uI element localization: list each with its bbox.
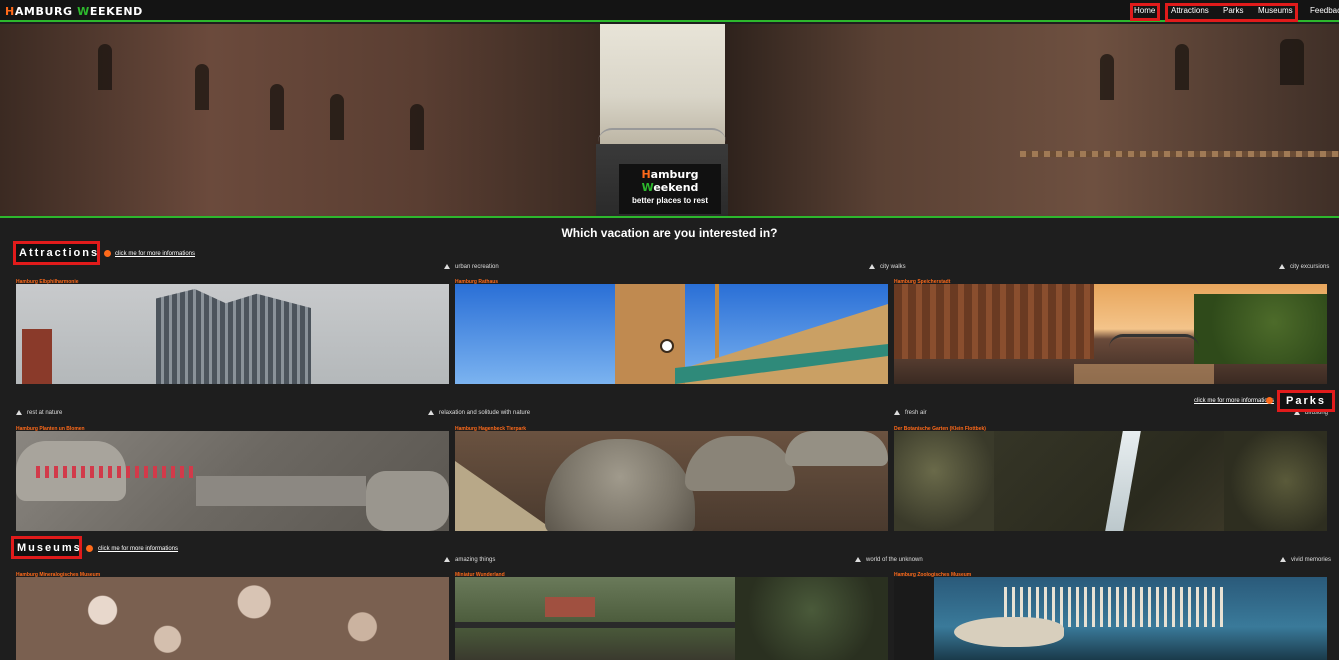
foliage-left — [894, 431, 994, 531]
hero-sky — [600, 24, 725, 144]
museum-icon — [1280, 557, 1286, 562]
speicherstadt-buildings — [894, 284, 1094, 359]
brand-letter-h: H — [5, 5, 15, 18]
hero-title-box: Hamburg Weekend better places to rest — [619, 164, 721, 214]
image-zoologisches[interactable] — [894, 577, 1327, 660]
image-hagenbeck[interactable] — [455, 431, 888, 531]
red-building — [22, 329, 52, 384]
parks-more-link[interactable]: click me for more informations — [1194, 398, 1274, 404]
tree-icon — [16, 410, 22, 415]
hero-window — [1100, 54, 1114, 100]
image-elbphilharmonie[interactable] — [16, 284, 449, 384]
hero-warehouse-left — [0, 24, 600, 217]
tortoise-shell — [545, 439, 695, 531]
hero-window — [1175, 44, 1189, 90]
museums-tag-1: amazing things — [444, 557, 495, 563]
parks-tag-1: rest at nature — [16, 410, 62, 416]
parks-tag-1-text: rest at nature — [27, 410, 63, 417]
museums-tag-1-text: amazing things — [455, 557, 496, 564]
speicherstadt-bridge — [1109, 334, 1199, 348]
elbphilharmonie-building — [156, 289, 311, 384]
image-botanischer-garten[interactable] — [894, 431, 1327, 531]
hero-window — [98, 44, 112, 90]
speicherstadt-water — [1074, 364, 1214, 384]
attractions-more-link[interactable]: click me for more informations — [115, 251, 195, 257]
hero-window — [410, 104, 424, 150]
page-question: Which vacation are you interested in? — [561, 226, 778, 240]
tree-icon — [428, 410, 434, 415]
image-planten-un-blomen[interactable] — [16, 431, 449, 531]
museum-icon — [855, 557, 861, 562]
museums-tag-3-text: vivid memories — [1291, 557, 1332, 564]
parks-tag-3: fresh air — [894, 410, 927, 416]
attractions-tag-3-text: city excursions — [1290, 264, 1330, 271]
tortoise-shell-3 — [785, 431, 888, 466]
museums-more-link[interactable]: click me for more informations — [98, 546, 178, 552]
tortoise-shell-2 — [685, 436, 795, 491]
hero-subtitle: better places to rest — [631, 196, 709, 205]
clock-icon — [660, 339, 674, 353]
mountain-icon — [869, 264, 875, 269]
miniature-house — [545, 597, 595, 617]
hero-decor-band — [1020, 151, 1339, 157]
hero-banner: Hamburg Weekend better places to rest — [0, 24, 1339, 217]
parks-tag-2: relaxation and solitude with nature — [428, 410, 530, 416]
brand-text-2: EEKEND — [89, 5, 143, 18]
highlight-parks — [1277, 390, 1335, 412]
hero-window — [330, 94, 344, 140]
hero-warehouse-right — [725, 24, 1339, 217]
brand-text-1: AMBURG — [14, 5, 78, 18]
enclosure-wall — [455, 461, 555, 531]
speicherstadt-trees — [1194, 294, 1327, 364]
museums-tag-2-text: world of the unknown — [866, 557, 923, 564]
hero-window — [270, 84, 284, 130]
mountain-icon — [1279, 264, 1285, 269]
attractions-tag-3: city excursions — [1279, 264, 1329, 270]
museums-tag-2: world of the unknown — [855, 557, 923, 563]
image-rathaus[interactable] — [455, 284, 888, 384]
museum-wall — [894, 577, 934, 660]
highlight-attractions — [13, 241, 100, 265]
highlight-museums — [11, 536, 82, 559]
hero-divider — [0, 216, 1339, 218]
image-speicherstadt[interactable] — [894, 284, 1327, 384]
waterfall — [1105, 431, 1141, 531]
museums-tag-3: vivid memories — [1280, 557, 1331, 563]
hero-title: Hamburg Weekend — [619, 168, 721, 194]
tree-icon — [894, 410, 900, 415]
mountain-icon — [444, 264, 450, 269]
hero-title-w: W — [641, 181, 654, 194]
attractions-tag-2-text: city walks — [880, 264, 906, 271]
rock-2 — [196, 476, 366, 506]
museum-icon — [444, 557, 450, 562]
highlight-home — [1130, 3, 1160, 21]
brand-logo[interactable]: HAMBURG WEEKEND — [5, 5, 143, 18]
parks-tag-3-text: fresh air — [905, 410, 927, 417]
image-mineralogisches[interactable] — [16, 577, 449, 660]
hero-window — [195, 64, 209, 110]
brand-letter-w: W — [77, 5, 90, 18]
foliage-right — [1224, 431, 1327, 531]
miniature-landscape — [735, 577, 888, 660]
hero-title-text-1: amburg — [650, 168, 699, 181]
attractions-tag-2: city walks — [869, 264, 906, 270]
hero-bridge — [598, 128, 726, 142]
attractions-tag-1-text: urban recreation — [455, 264, 499, 271]
nav-feedback[interactable]: Feedback — [1310, 6, 1339, 15]
hero-title-h: H — [641, 168, 651, 181]
whale-skull — [954, 617, 1064, 647]
rock-3 — [366, 471, 449, 531]
attractions-tag-1: urban recreation — [444, 264, 499, 270]
image-miniatur-wunderland[interactable] — [455, 577, 888, 660]
parks-more-dot-icon — [1266, 397, 1273, 404]
red-petals — [36, 466, 196, 478]
hero-title-text-2: eekend — [653, 181, 699, 194]
hero-window — [1280, 39, 1304, 85]
museums-more-dot-icon — [86, 545, 93, 552]
parks-tag-2-text: relaxation and solitude with nature — [439, 410, 531, 417]
attractions-more-dot-icon — [104, 250, 111, 257]
rathaus-tower — [615, 284, 685, 384]
highlight-nav-group — [1165, 3, 1298, 22]
